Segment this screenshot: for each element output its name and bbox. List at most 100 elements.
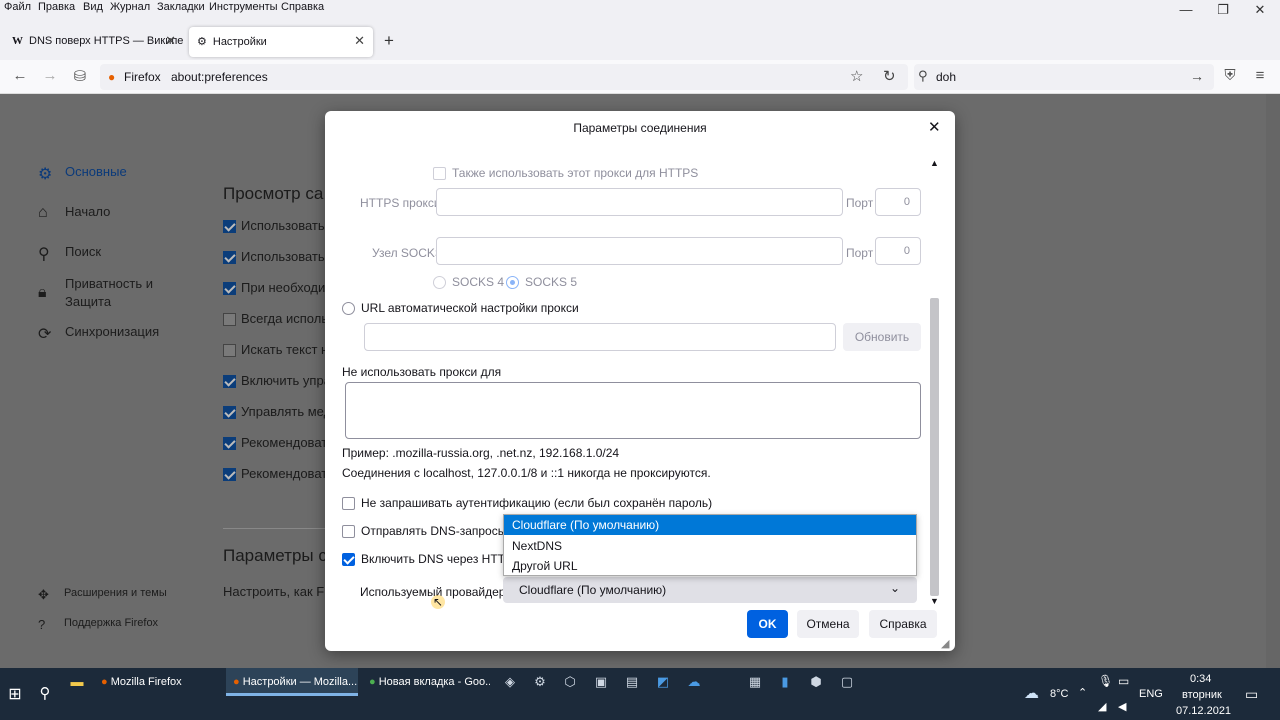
- url-bar[interactable]: ● Firefox about:preferences ☆ ↻: [100, 64, 908, 90]
- menu-help[interactable]: Справка: [281, 1, 324, 13]
- checkbox[interactable]: [223, 220, 236, 234]
- sidebar-item-home[interactable]: ⌂ Начало: [38, 204, 110, 221]
- radio[interactable]: [342, 302, 355, 316]
- menu-edit[interactable]: Правка: [38, 1, 75, 13]
- page-scrollbar[interactable]: [1266, 94, 1280, 668]
- checkbox[interactable]: [223, 344, 236, 358]
- close-window-button[interactable]: ✕: [1240, 2, 1280, 22]
- search-icon[interactable]: ⚲: [35, 684, 55, 702]
- checkbox[interactable]: [342, 497, 355, 511]
- cancel-button[interactable]: Отмена: [797, 610, 859, 638]
- provider-option-nextdns[interactable]: NextDNS: [504, 536, 916, 556]
- calculator-icon[interactable]: ▦: [745, 674, 765, 690]
- forward-icon[interactable]: →: [40, 67, 60, 84]
- checkbox[interactable]: [223, 437, 236, 451]
- app-icon-6[interactable]: ⬢: [806, 674, 826, 690]
- checkbox[interactable]: [342, 553, 355, 567]
- bg-checkbox-row[interactable]: Рекомендовать: [223, 435, 334, 451]
- app-icon-5[interactable]: ▤: [622, 674, 642, 690]
- app-icon-3[interactable]: ⬡: [560, 674, 580, 690]
- bookmark-star-icon[interactable]: ☆: [850, 67, 863, 85]
- minimize-button[interactable]: —: [1166, 2, 1206, 22]
- ublock-shield-icon[interactable]: ⛨: [1220, 67, 1240, 84]
- https-port-input[interactable]: 0: [875, 188, 921, 216]
- close-tab-icon[interactable]: ✕: [165, 33, 176, 49]
- radio[interactable]: [506, 276, 519, 290]
- close-tab-icon[interactable]: ✕: [354, 33, 365, 49]
- reload-button[interactable]: Обновить: [843, 323, 921, 351]
- no-auth-checkbox[interactable]: Не запрашивать аутентификацию (если был …: [342, 496, 712, 511]
- menu-file[interactable]: Файл: [4, 1, 31, 13]
- taskbar-app-firefox[interactable]: ● Mozilla Firefox: [94, 668, 222, 696]
- tray-chevron-up-icon[interactable]: ⌃: [1078, 686, 1087, 699]
- help-button[interactable]: Справка: [869, 610, 937, 638]
- checkbox[interactable]: [433, 167, 446, 181]
- outlook-icon[interactable]: ◩: [653, 674, 673, 690]
- bg-checkbox-row[interactable]: Использовать: [223, 218, 325, 234]
- checkbox[interactable]: [342, 525, 355, 539]
- menu-bookmarks[interactable]: Закладки: [157, 1, 205, 13]
- sidebar-item-privacy[interactable]: 🔒︎ Приватность и Защита: [38, 276, 153, 309]
- bg-checkbox-row[interactable]: Включить упра: [223, 373, 331, 389]
- bg-checkbox-row[interactable]: При необходи: [223, 280, 325, 296]
- socks5-radio[interactable]: SOCKS 5: [506, 275, 577, 290]
- auto-proxy-url-input[interactable]: [364, 323, 836, 351]
- https-proxy-input[interactable]: [436, 188, 843, 216]
- start-windows-icon[interactable]: ⊞: [5, 684, 25, 704]
- network-icon[interactable]: ◢: [1098, 700, 1106, 713]
- menu-tools[interactable]: Инструменты: [209, 1, 278, 13]
- new-tab-button[interactable]: +: [384, 31, 394, 51]
- https-also-checkbox[interactable]: Также использовать этот прокси для HTTPS: [433, 166, 698, 181]
- battery-icon[interactable]: ▭: [1118, 674, 1129, 688]
- checkbox[interactable]: [223, 375, 236, 389]
- provider-select[interactable]: Cloudflare (По умолчанию) ⌄: [503, 577, 917, 603]
- no-proxy-textarea[interactable]: [345, 382, 921, 439]
- tab-settings[interactable]: ⚙ Настройки ✕: [189, 27, 373, 57]
- taskbar-app-chrome[interactable]: ● Новая вкладка - Goo...: [362, 668, 490, 696]
- checkbox[interactable]: [223, 468, 236, 482]
- auto-proxy-url-radio[interactable]: URL автоматической настройки прокси: [342, 301, 579, 316]
- checkbox[interactable]: [223, 282, 236, 296]
- bg-checkbox-row[interactable]: Управлять мед: [223, 404, 331, 420]
- scroll-thumb[interactable]: [930, 298, 939, 596]
- app-icon-7[interactable]: ▢: [837, 674, 857, 690]
- taskbar-app-settings[interactable]: ● Настройки — Mozilla...: [226, 668, 358, 696]
- sidebar-item-addons[interactable]: ✥ Расширения и темы: [38, 587, 167, 602]
- url-text[interactable]: about:preferences: [171, 70, 268, 84]
- notifications-icon[interactable]: ▭: [1245, 686, 1258, 703]
- bg-checkbox-row[interactable]: Использовать: [223, 249, 325, 265]
- tab-wikipedia[interactable]: W DNS поверх HTTPS — Википе ✕: [4, 27, 184, 57]
- search-bar[interactable]: ⚲ doh →: [914, 64, 1214, 90]
- app-icon-1[interactable]: ◈: [500, 674, 520, 690]
- volume-icon[interactable]: ◀: [1118, 700, 1126, 713]
- menu-history[interactable]: Журнал: [110, 1, 150, 13]
- maximize-button[interactable]: ❐: [1203, 2, 1243, 22]
- app-icon-2[interactable]: ⚙: [530, 674, 550, 690]
- sidebar-item-search[interactable]: ⚲ Поиск: [38, 244, 101, 263]
- reload-icon[interactable]: ↻: [883, 67, 896, 85]
- language-indicator[interactable]: ENG: [1139, 688, 1163, 700]
- resize-grip-icon[interactable]: ◢: [941, 637, 949, 650]
- provider-option-cloudflare[interactable]: Cloudflare (По умолчанию): [504, 515, 916, 535]
- sidebar-item-support[interactable]: ? Поддержка Firefox: [38, 617, 158, 632]
- bg-checkbox-row[interactable]: Всегда исполь: [223, 311, 328, 327]
- search-go-icon[interactable]: →: [1190, 68, 1204, 84]
- socks4-radio[interactable]: SOCKS 4: [433, 275, 504, 290]
- document-icon[interactable]: ▮: [775, 674, 795, 690]
- dialog-scrollbar[interactable]: ▲ ▼: [928, 158, 940, 608]
- enable-doh-checkbox[interactable]: Включить DNS через HTTPS: [342, 552, 521, 567]
- checkbox[interactable]: [223, 313, 236, 327]
- radio[interactable]: [433, 276, 446, 290]
- app-icon-4[interactable]: ▣: [591, 674, 611, 690]
- menu-hamburger-icon[interactable]: ≡: [1250, 67, 1270, 84]
- back-icon[interactable]: ←: [10, 67, 30, 84]
- onedrive-icon[interactable]: ☁: [684, 674, 704, 690]
- scroll-down-icon[interactable]: ▼: [930, 596, 939, 606]
- sidebar-item-general[interactable]: ⚙ Основные: [38, 164, 127, 183]
- menu-view[interactable]: Вид: [83, 1, 103, 13]
- explorer-folder-icon[interactable]: ▬: [67, 674, 87, 689]
- provider-option-custom[interactable]: Другой URL: [504, 556, 916, 576]
- bg-checkbox-row[interactable]: Искать текст на: [223, 342, 335, 358]
- sidebar-item-sync[interactable]: ⟳ Синхронизация: [38, 324, 159, 343]
- socks-port-input[interactable]: 0: [875, 237, 921, 265]
